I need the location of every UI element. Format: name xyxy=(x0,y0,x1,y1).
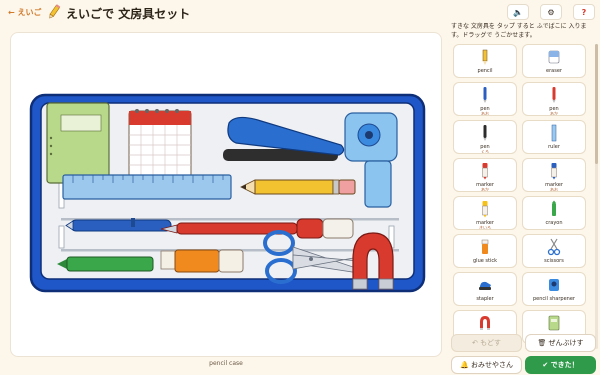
item-grid: pencil eraser pen あお pen あか pen くろ ruler marker あか… xyxy=(451,44,597,349)
pencil-item[interactable] xyxy=(240,179,356,195)
scrollbar-thumb[interactable] xyxy=(595,44,598,164)
item-label: pencil sharpener xyxy=(533,296,575,302)
item-label: scissors xyxy=(544,258,564,264)
calendar-item[interactable] xyxy=(128,109,192,178)
item-label: glue stick xyxy=(473,258,497,264)
item-label: pencil xyxy=(477,68,493,74)
glue-stick-item[interactable] xyxy=(160,249,244,273)
item-sublabel: くろ xyxy=(481,149,489,154)
settings-button[interactable]: ⚙ xyxy=(540,4,562,20)
item-sublabel: あか xyxy=(481,187,489,192)
item-label: ruler xyxy=(548,144,560,150)
drawing-canvas[interactable] xyxy=(10,32,442,357)
clear-all-button[interactable]: 🗑 ぜんぶけす xyxy=(525,334,596,352)
item-tile-pen[interactable]: pen くろ xyxy=(453,120,517,154)
scrollbar[interactable] xyxy=(595,44,598,349)
blue-pen-item[interactable] xyxy=(65,218,172,232)
item-panel: すきな 文房具を タップ すると ふでばこに 入ります。ドラッグで うごかせます… xyxy=(449,22,600,375)
item-tile-pencil-sharpener[interactable]: pencil sharpener xyxy=(522,272,586,306)
item-tile-pen[interactable]: pen あお xyxy=(453,82,517,116)
item-tile-stapler[interactable]: stapler xyxy=(453,272,517,306)
instructions-text: すきな 文房具を タップ すると ふでばこに 入ります。ドラッグで うごかせます… xyxy=(451,23,587,39)
crayon-item[interactable] xyxy=(57,256,154,272)
notebook-item[interactable] xyxy=(46,102,110,184)
question-icon: ? xyxy=(581,7,587,17)
item-sublabel: きいろ xyxy=(479,225,491,230)
item-tile-ruler[interactable]: ruler xyxy=(522,120,586,154)
item-tile-pencil[interactable]: pencil xyxy=(453,44,517,78)
gear-icon: ⚙ xyxy=(547,7,555,17)
pencil-icon xyxy=(49,4,61,19)
item-tile-marker[interactable]: marker きいろ xyxy=(453,196,517,230)
pencil-case-illustration xyxy=(29,93,426,293)
item-sublabel: あか xyxy=(550,111,558,116)
item-sublabel: あお xyxy=(550,187,558,192)
done-button[interactable]: ✔ できた！ xyxy=(525,356,596,374)
item-tile-marker[interactable]: marker あお xyxy=(522,158,586,192)
item-tile-glue-stick[interactable]: glue stick xyxy=(453,234,517,268)
page-title: えいごで 文房具セット xyxy=(66,7,191,21)
canvas-caption: pencil case xyxy=(209,360,243,367)
item-label: crayon xyxy=(545,220,563,226)
undo-button[interactable]: ↶ もどす xyxy=(451,334,522,352)
item-grid-scroll[interactable]: pencil eraser pen あお pen あか pen くろ ruler marker あか… xyxy=(451,44,597,349)
item-tile-scissors[interactable]: scissors xyxy=(522,234,586,268)
ruler-item[interactable] xyxy=(62,174,232,200)
item-tile-crayon[interactable]: crayon xyxy=(522,196,586,230)
item-label: stapler xyxy=(476,296,494,302)
item-tile-marker[interactable]: marker あか xyxy=(453,158,517,192)
speaker-icon: 🔈 xyxy=(513,7,523,17)
item-sublabel: あお xyxy=(481,111,489,116)
example-button[interactable]: 🔔 おみせやさん xyxy=(451,356,522,374)
back-button[interactable]: ← えいご xyxy=(8,7,42,18)
sound-button[interactable]: 🔈 xyxy=(507,4,529,20)
item-label: eraser xyxy=(546,68,562,74)
item-tile-pen[interactable]: pen あか xyxy=(522,82,586,116)
help-button[interactable]: ? xyxy=(573,4,595,20)
item-tile-eraser[interactable]: eraser xyxy=(522,44,586,78)
